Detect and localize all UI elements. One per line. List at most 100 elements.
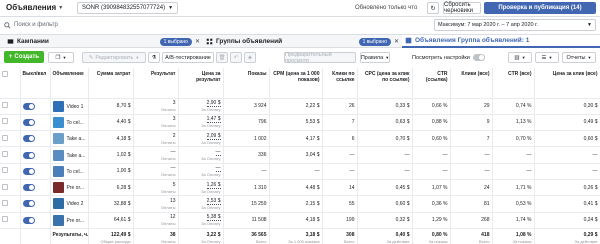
- edit-button[interactable]: ✎ Редактировать ▼: [82, 52, 146, 63]
- tab-adsets-label: Группы объявлений: [216, 38, 283, 45]
- total-cpc-value: 0,40 $: [395, 231, 410, 238]
- table-row[interactable]: Pre or... 6,28 $5 Оплаты 1,26 $ За Оплату 1 3…: [0, 179, 600, 197]
- delete-button[interactable]: 🗑: [216, 52, 228, 63]
- search-input[interactable]: Поиск и фильтр: [14, 22, 58, 28]
- select-all-checkbox[interactable]: [2, 71, 8, 77]
- col-link-clicks[interactable]: Клики по ссылке: [322, 68, 358, 99]
- table-row[interactable]: Pre or... 64,61 $12 Оплаты 5,38 $ За Оплату 1…: [0, 212, 600, 229]
- undo-button[interactable]: ↶: [230, 52, 242, 63]
- cell-cpm: 5,53 $: [269, 114, 323, 132]
- table-row[interactable]: Take a... 4,18 $2 Оплаты 2,09 $ За Оплату 1 0…: [0, 130, 600, 148]
- ab-test-icon-button[interactable]: ⚗: [148, 52, 160, 63]
- col-ctr-all[interactable]: CTR (все): [492, 68, 535, 99]
- col-cpc[interactable]: CPC (цена за клик по ссылке): [357, 68, 413, 99]
- result-value: 13: [169, 197, 176, 204]
- total-ctr-value: 0,80 %: [431, 231, 448, 238]
- cell-cpc: 0,60 $: [357, 195, 413, 213]
- ad-name[interactable]: Take a...: [67, 136, 86, 142]
- ctr-value: 0,60 %: [431, 135, 448, 142]
- col-cpc-all[interactable]: Цена за клик (все): [534, 68, 600, 99]
- close-icon[interactable]: ✕: [394, 38, 399, 45]
- tab-adsets[interactable]: Группы объявлений 1 выбрано ✕: [203, 35, 399, 48]
- view-settings-toggle[interactable]: [472, 54, 485, 61]
- table-row[interactable]: To cel... 4,40 $3 Оплаты 1,47 $ За Оплату 796…: [0, 114, 600, 132]
- col-ctr[interactable]: CTR (ссылка): [412, 68, 451, 99]
- ab-test-button[interactable]: A/B-тестирование: [162, 52, 214, 63]
- refresh-button[interactable]: ↻: [427, 2, 439, 14]
- ad-name[interactable]: Video 1: [67, 103, 84, 109]
- row-checkbox[interactable]: [2, 102, 8, 109]
- row-checkbox[interactable]: [2, 151, 8, 158]
- cell-clicks: 55: [322, 195, 358, 213]
- ad-status-toggle[interactable]: [22, 151, 35, 159]
- ad-status-toggle[interactable]: [22, 184, 35, 192]
- col-cost-per-result[interactable]: Цена за результат: [178, 68, 224, 99]
- ad-status-toggle[interactable]: [22, 216, 35, 224]
- spend-value: 8,70 $: [116, 103, 131, 110]
- cell-impr: 3 924: [223, 98, 270, 115]
- cpc-value: 0,33 $: [395, 103, 410, 110]
- page-title-dropdown[interactable]: Объявления ▼: [6, 3, 63, 12]
- ad-status-toggle[interactable]: [22, 135, 35, 143]
- col-spend[interactable]: Сумма затрат: [88, 68, 134, 99]
- cpc_all-value: 0,49 $: [583, 119, 598, 126]
- result-value: —: [170, 165, 176, 172]
- row-toggle-cell: [20, 114, 51, 132]
- table-row[interactable]: Video 2 32,88 $13 Оплаты 2,53 $ За Оплату 15 …: [0, 195, 600, 213]
- cpm-value: 5,53 $: [305, 119, 320, 126]
- spend-value: 6,28 $: [116, 184, 131, 191]
- view-settings-link[interactable]: Посмотреть настройки: [412, 54, 485, 61]
- close-icon[interactable]: ✕: [195, 38, 200, 45]
- row-checkbox[interactable]: [2, 134, 8, 141]
- col-cpm[interactable]: CPM (цена за 1 000 показов): [269, 68, 323, 99]
- ad-name[interactable]: Pre or...: [67, 218, 85, 224]
- review-publish-button[interactable]: Проверка и публикация (14): [484, 2, 596, 14]
- row-checkbox[interactable]: [2, 167, 8, 174]
- tag-button[interactable]: ◈: [244, 52, 256, 63]
- col-toggle[interactable]: Выкл/вкл: [20, 68, 51, 99]
- ad-thumbnail: [52, 165, 64, 177]
- col-clicks-all[interactable]: Клики (все): [450, 68, 493, 99]
- table-row[interactable]: To cel... 1,00 $ — Оплаты — За Оплату — — — — — — — —: [0, 163, 600, 180]
- breakdown-button[interactable]: ☰ ▼: [535, 52, 559, 63]
- cell-cpr: 1,26 $ За Оплату: [178, 179, 224, 197]
- ad-status-toggle[interactable]: [22, 167, 35, 175]
- cell-ctr: 1,29 %: [412, 212, 451, 229]
- columns-button[interactable]: ▥ ▼: [508, 52, 532, 63]
- col-impressions[interactable]: Показы: [223, 68, 270, 99]
- ad-name[interactable]: Take a...: [67, 152, 86, 158]
- account-selector[interactable]: SONR (390984832557077724) ▼: [77, 2, 179, 14]
- ad-name[interactable]: Video 2: [67, 201, 84, 207]
- preview-button[interactable]: Предварительный просмотр: [284, 52, 356, 64]
- cpr-value: —: [215, 149, 221, 157]
- select-all-header[interactable]: [0, 68, 21, 99]
- cell-ctr_all: 1,71 %: [492, 179, 535, 197]
- impr-value: 336: [258, 152, 267, 159]
- discard-drafts-button[interactable]: Сбросить черновики: [443, 2, 481, 14]
- row-checkbox[interactable]: [2, 118, 8, 125]
- chevron-down-icon: ▼: [385, 55, 390, 60]
- cell-impr: 336: [223, 146, 270, 164]
- date-range-picker[interactable]: Максимум: 7 мар 2020 г. – 7 апр 2020 г. …: [434, 19, 596, 31]
- ad-name[interactable]: To cel...: [67, 169, 84, 175]
- create-button[interactable]: + Создать: [4, 51, 44, 63]
- ad-name[interactable]: To cel...: [67, 120, 84, 126]
- row-checkbox[interactable]: [2, 183, 8, 190]
- col-result[interactable]: Результат: [133, 68, 179, 99]
- result-value: 5: [172, 181, 176, 188]
- rules-button[interactable]: Правила ▼: [360, 52, 390, 63]
- ad-status-toggle[interactable]: [22, 200, 35, 208]
- row-checkbox[interactable]: [2, 199, 8, 206]
- table-row[interactable]: Video 1 8,70 $3 Оплаты 2,90 $ За Оплату 3 924…: [0, 98, 600, 115]
- tab-campaigns[interactable]: Кампании 1 выбрано ✕: [4, 35, 200, 48]
- table-row[interactable]: Take a... 1,02 $ — Оплаты — За Оплату 336 3,04 …: [0, 146, 600, 164]
- row-checkbox[interactable]: [2, 216, 8, 223]
- reports-button[interactable]: Отчеты ▼: [562, 52, 596, 63]
- tab-ads[interactable]: Объявления Группа объявлений: 1: [402, 35, 600, 48]
- ad-status-toggle[interactable]: [22, 118, 35, 126]
- col-ad[interactable]: Объявление: [50, 68, 89, 99]
- ad-name[interactable]: Pre or...: [67, 185, 85, 191]
- ad-status-toggle[interactable]: [22, 102, 35, 110]
- duplicate-button[interactable]: ❐ ▼: [48, 52, 74, 63]
- row-select-cell: [0, 195, 21, 213]
